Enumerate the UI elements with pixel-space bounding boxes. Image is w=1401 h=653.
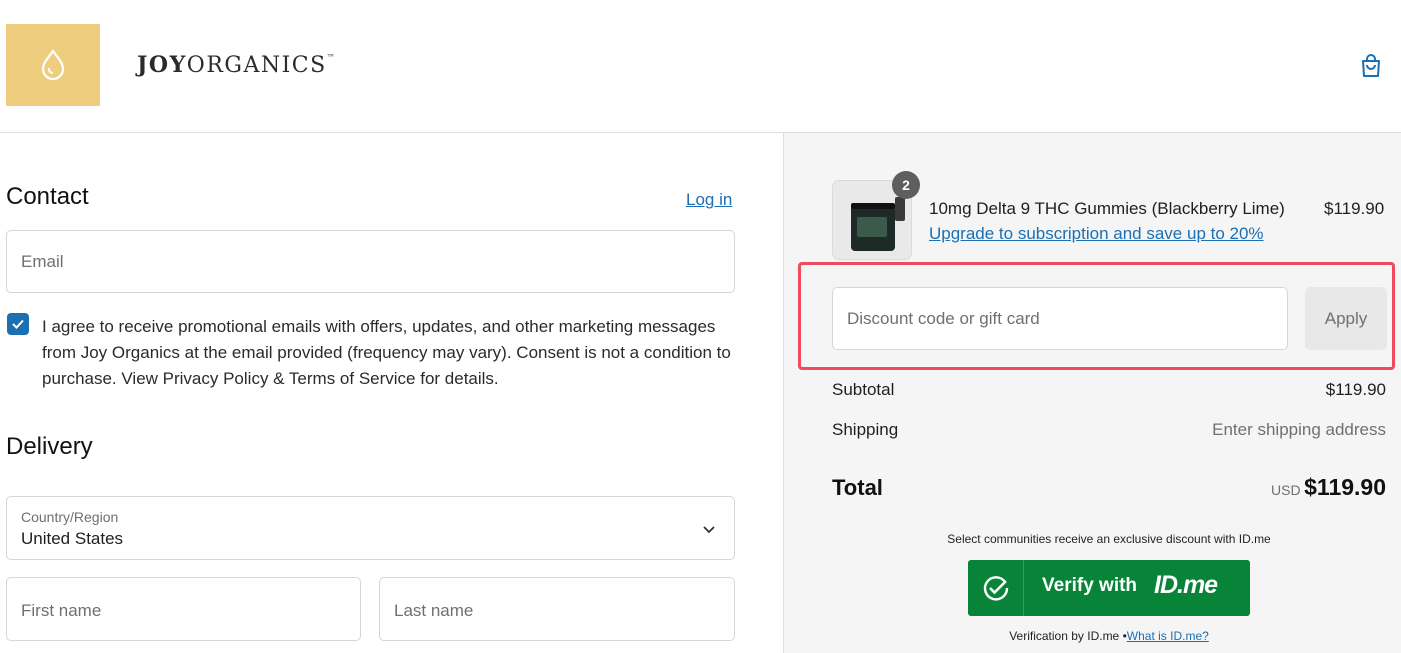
verify-with-idme-button[interactable]: Verify with ID.me (968, 560, 1250, 616)
checkmark-icon (12, 319, 24, 329)
cart-button[interactable] (1357, 52, 1385, 80)
product-pouch-image (895, 197, 905, 221)
discount-placeholder: Discount code or gift card (847, 309, 1040, 328)
idme-logo: ID.me (1154, 571, 1218, 599)
brand-name[interactable]: JOYORGANICS™ (137, 52, 335, 78)
shipping-label: Shipping (832, 420, 899, 439)
droplet-icon (41, 49, 65, 81)
total-currency: USD (1271, 482, 1301, 498)
marketing-consent-text: I agree to receive promotional emails wi… (42, 317, 731, 388)
idme-footer-text: Verification by ID.me • (1009, 629, 1127, 643)
product-jar-lid (851, 203, 895, 209)
email-placeholder: Email (21, 252, 64, 271)
what-is-idme-link[interactable]: What is ID.me? (1127, 629, 1209, 643)
verify-label: Verify with (1042, 575, 1138, 596)
shipping-value: Enter shipping address (1212, 420, 1386, 439)
product-price: $119.90 (1324, 199, 1385, 218)
subtotal-label: Subtotal (832, 380, 895, 399)
delivery-heading: Delivery (6, 433, 93, 460)
apply-discount-button[interactable]: Apply (1305, 287, 1387, 350)
email-field[interactable]: Email (6, 230, 735, 293)
upgrade-subscription-link[interactable]: Upgrade to subscription and save up to 2… (929, 224, 1264, 244)
site-header: JOYORGANICS™ (0, 0, 1401, 133)
shopping-bag-icon (1362, 54, 1380, 77)
chevron-down-icon (703, 526, 715, 534)
order-summary: 2 10mg Delta 9 THC Gummies (Blackberry L… (783, 133, 1401, 653)
quantity-badge: 2 (892, 171, 920, 199)
total-label: Total (832, 475, 883, 500)
country-select[interactable]: Country/Region United States (6, 496, 735, 560)
brand-name-bold: JOY (137, 52, 187, 78)
product-jar-label (857, 217, 887, 237)
contact-heading: Contact (6, 183, 89, 210)
checkout-form: Contact Log in Email I agree to receive … (0, 133, 783, 653)
idme-discount-note: Select communities receive an exclusive … (947, 532, 1271, 546)
idme-footer: Verification by ID.me •What is ID.me? (784, 629, 1401, 643)
product-name: 10mg Delta 9 THC Gummies (Blackberry Lim… (929, 199, 1285, 218)
brand-name-regular: ORGANICS (186, 53, 327, 78)
subtotal-value: $119.90 (1325, 380, 1386, 399)
check-circle-icon (968, 560, 1024, 616)
last-name-placeholder: Last name (394, 601, 474, 620)
trademark-symbol: ™ (326, 53, 335, 62)
discount-code-input[interactable]: Discount code or gift card (832, 287, 1288, 350)
first-name-field[interactable]: First name (6, 577, 361, 641)
brand-logo[interactable] (6, 24, 100, 106)
first-name-placeholder: First name (21, 601, 102, 620)
last-name-field[interactable]: Last name (379, 577, 735, 641)
marketing-consent-checkbox[interactable] (7, 313, 29, 335)
country-label: Country/Region (21, 509, 119, 525)
login-link[interactable]: Log in (686, 190, 732, 210)
total-value: $119.90 (1304, 474, 1386, 500)
country-value: United States (21, 529, 124, 548)
